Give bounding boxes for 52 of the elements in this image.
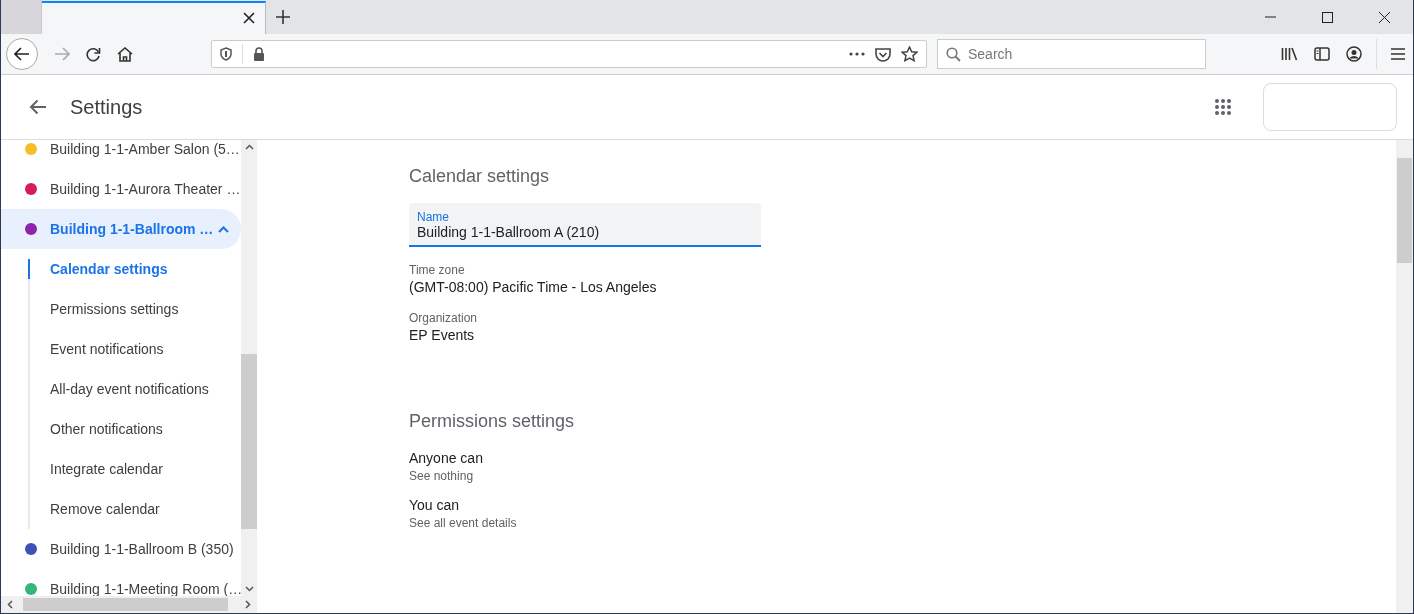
collapse-chevron-icon[interactable] <box>218 225 229 233</box>
setting-label: Organization <box>409 311 478 325</box>
setting-label: Time zone <box>409 263 466 277</box>
reload-icon[interactable] <box>86 46 101 62</box>
back-button[interactable] <box>6 38 38 70</box>
settings-section-link[interactable]: Permissions settings <box>28 289 241 329</box>
calendar-item[interactable]: Building 1-1-Aurora Theater … <box>1 169 241 209</box>
scroll-up-icon[interactable] <box>244 144 254 150</box>
settings-section-link[interactable]: Other notifications <box>28 409 241 449</box>
settings-section-link[interactable]: Integrate calendar <box>28 449 241 489</box>
close-icon[interactable] <box>243 12 255 24</box>
setting-value: (GMT-08:00) Pacific Time - Los Angeles <box>409 279 657 295</box>
calendar-item[interactable]: Building 1-1-Ballroom B (350) <box>1 529 241 569</box>
shield-icon[interactable] <box>220 47 232 61</box>
more-icon[interactable] <box>849 52 865 56</box>
section-heading: Calendar settings <box>409 166 550 187</box>
scroll-left-icon[interactable] <box>7 600 13 609</box>
search-icon <box>946 47 961 62</box>
home-icon[interactable] <box>117 46 133 62</box>
star-icon[interactable] <box>901 46 918 62</box>
maximize-icon[interactable] <box>1322 11 1333 23</box>
search-field[interactable]: Search <box>937 39 1206 69</box>
page-title: Settings <box>70 95 143 119</box>
back-icon[interactable] <box>29 99 47 115</box>
field-label: Name <box>417 210 449 224</box>
calendar-item[interactable]: Building 1-1-Meeting Room (… <box>1 569 241 596</box>
library-icon[interactable] <box>1281 47 1298 61</box>
calendar-item[interactable]: Building 1-1-Ballroom … <box>1 209 241 249</box>
menu-icon[interactable] <box>1391 48 1405 60</box>
sidebar-horizontal-scrollbar[interactable] <box>1 596 257 613</box>
pocket-icon[interactable] <box>875 46 891 62</box>
close-icon[interactable] <box>1379 11 1390 23</box>
permission-label: Anyone can <box>409 450 483 466</box>
apps-grid-icon[interactable] <box>1215 99 1231 115</box>
settings-section-link[interactable]: Event notifications <box>28 329 241 369</box>
scroll-down-icon[interactable] <box>244 586 254 592</box>
settings-section-link[interactable]: All-day event notifications <box>28 369 241 409</box>
back-icon <box>14 47 30 61</box>
new-tab-icon[interactable] <box>276 10 290 24</box>
sidebar-icon[interactable] <box>1314 47 1330 61</box>
permission-value: See nothing <box>409 469 475 483</box>
calendar-item[interactable]: Building 1-1-Amber Salon (5… <box>1 140 241 169</box>
settings-section-link[interactable]: Remove calendar <box>28 489 241 529</box>
permission-label: You can <box>409 497 461 513</box>
permission-value: See all event details <box>409 516 517 530</box>
account-icon[interactable] <box>1346 46 1362 62</box>
lock-icon <box>253 47 265 61</box>
section-heading: Permissions settings <box>409 411 575 432</box>
setting-value: EP Events <box>409 327 476 343</box>
sidebar-scrollbar[interactable] <box>241 140 257 596</box>
scroll-right-icon[interactable] <box>245 600 251 609</box>
page-scrollbar[interactable] <box>1396 140 1413 613</box>
